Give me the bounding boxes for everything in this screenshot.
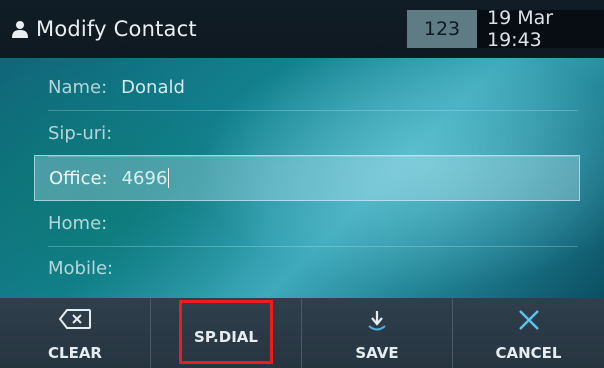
mobile-field[interactable]: Mobile: [48,245,578,291]
modify-contact-screen: Modify Contact 123 19 Mar 19:43 Name: Do… [0,0,604,368]
backspace-icon [58,309,91,329]
date-time: 19 Mar 19:43 [477,7,604,51]
field-label: Sip-uri: [48,123,113,144]
clear-button[interactable]: CLEAR [0,298,151,368]
field-label: Mobile: [48,257,114,279]
softkey-label: SP.DIAL [194,328,258,346]
save-button[interactable]: SAVE [302,298,453,368]
person-icon [12,21,28,38]
speed-dial-button[interactable]: SP.DIAL [151,298,302,368]
text-cursor [168,168,170,188]
cancel-button[interactable]: CANCEL [453,298,604,368]
input-mode-indicator: 123 [407,10,477,48]
title-group: Modify Contact [12,0,197,58]
title-bar: Modify Contact 123 19 Mar 19:43 [0,0,604,58]
contact-form: Name: Donald Sip-uri: Office: 4696 Home:… [0,58,604,298]
close-icon [518,310,539,330]
save-arrow-icon [368,311,386,331]
sip-uri-field[interactable]: Sip-uri: [48,111,578,157]
softkey-label: SAVE [355,344,399,362]
page-title: Modify Contact [36,17,197,41]
field-label: Office: [49,167,108,189]
field-value: 4696 [121,167,168,189]
office-field[interactable]: Office: 4696 [34,155,580,201]
softkey-label: CANCEL [495,344,562,362]
softkey-bar: CLEAR SP.DIAL SAVE CANCEL [0,298,604,368]
field-label: Home: [48,213,108,234]
softkey-label: CLEAR [48,344,102,362]
home-field[interactable]: Home: [48,201,578,247]
field-value: Donald [121,77,185,98]
field-label: Name: [48,77,108,98]
name-field[interactable]: Name: Donald [48,65,578,111]
